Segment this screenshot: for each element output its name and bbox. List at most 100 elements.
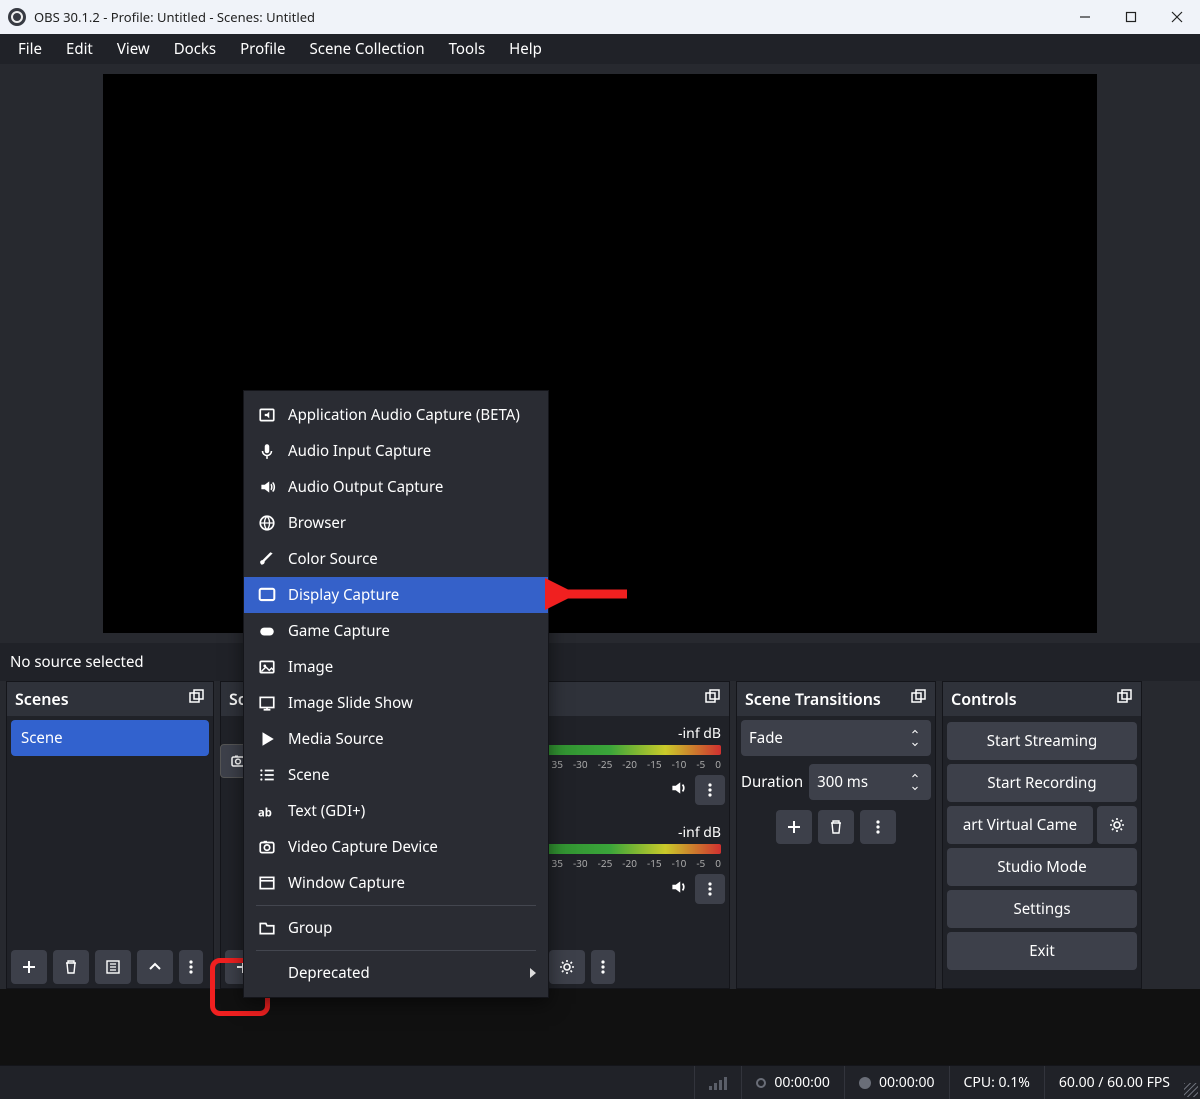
transition-add-button[interactable] [776,810,812,844]
ctx-image[interactable]: Image [244,649,548,685]
status-bar: 00:00:00 00:00:00 CPU: 0.1% 60.00 / 60.0… [0,1065,1200,1099]
slideshow-icon [258,694,276,712]
ctx-image-slide-show[interactable]: Image Slide Show [244,685,548,721]
scenes-more-button[interactable] [179,950,203,984]
ctx-deprecated[interactable]: Deprecated [244,955,548,991]
transitions-popout-icon[interactable] [911,688,927,710]
duration-input[interactable]: 300 ms [809,764,931,800]
title-bar: OBS 30.1.2 - Profile: Untitled - Scenes:… [0,0,1200,34]
ctx-display-capture[interactable]: Display Capture [244,577,548,613]
app-audio-icon [258,406,276,424]
status-cpu: CPU: 0.1% [949,1066,1044,1099]
gamepad-icon [258,622,276,640]
exit-button[interactable]: Exit [947,932,1137,970]
folder-icon [258,919,276,937]
status-live: 00:00:00 [741,1066,844,1099]
ctx-application-audio-capture[interactable]: Application Audio Capture (BETA) [244,397,548,433]
window-icon [258,874,276,892]
monitor-icon [258,586,276,604]
ctx-separator [256,905,536,906]
mixer-settings-button[interactable] [549,950,585,984]
virtual-cam-settings-button[interactable] [1097,806,1137,844]
status-rec: 00:00:00 [844,1066,949,1099]
menu-tools[interactable]: Tools [437,35,498,63]
scenes-up-button[interactable] [137,950,173,984]
ctx-audio-input-capture[interactable]: Audio Input Capture [244,433,548,469]
mixer-popout-icon[interactable] [705,688,721,710]
transition-remove-button[interactable] [818,810,854,844]
menu-help[interactable]: Help [497,35,554,63]
mixer-more-button[interactable] [591,950,615,984]
mixer-ch1-mute-icon[interactable] [669,779,687,802]
rec-dot-icon [859,1077,871,1089]
play-icon [258,730,276,748]
menu-scene-collection[interactable]: Scene Collection [298,35,437,63]
chevron-up-icon[interactable] [907,771,923,781]
app-icon [8,8,26,26]
list-icon [258,766,276,784]
duration-label: Duration [741,772,803,792]
menu-profile[interactable]: Profile [228,35,297,63]
status-network [694,1066,741,1099]
controls-panel: Controls Start Streaming Start Recording… [942,681,1142,989]
start-streaming-button[interactable]: Start Streaming [947,722,1137,760]
scenes-panel: Scenes Scene [6,681,214,989]
menu-bar: File Edit View Docks Profile Scene Colle… [0,34,1200,64]
scenes-remove-button[interactable] [53,950,89,984]
text-icon [258,802,276,820]
scenes-popout-icon[interactable] [189,688,205,710]
menu-file[interactable]: File [6,35,54,63]
ctx-media-source[interactable]: Media Source [244,721,548,757]
menu-docks[interactable]: Docks [162,35,228,63]
selected-source-bar: No source selected [0,643,1200,681]
transition-select[interactable]: Fade [741,720,931,756]
chevron-down-icon[interactable] [907,783,923,793]
camera-icon [258,838,276,856]
scenes-add-button[interactable] [11,950,47,984]
scenes-filter-button[interactable] [95,950,131,984]
start-recording-button[interactable]: Start Recording [947,764,1137,802]
add-source-context-menu: Application Audio Capture (BETA) Audio I… [243,390,549,998]
mixer-ch2-menu-button[interactable] [695,874,725,904]
ctx-audio-output-capture[interactable]: Audio Output Capture [244,469,548,505]
ctx-separator [256,950,536,951]
mixer-ch1-menu-button[interactable] [695,775,725,805]
ctx-scene[interactable]: Scene [244,757,548,793]
ctx-window-capture[interactable]: Window Capture [244,865,548,901]
menu-edit[interactable]: Edit [54,35,105,63]
studio-mode-button[interactable]: Studio Mode [947,848,1137,886]
window-minimize-button[interactable] [1062,0,1108,34]
globe-icon [258,514,276,532]
annotation-arrow [545,572,635,616]
speaker-icon [258,478,276,496]
window-maximize-button[interactable] [1108,0,1154,34]
window-title: OBS 30.1.2 - Profile: Untitled - Scenes:… [34,8,315,26]
live-dot-icon [756,1078,766,1088]
menu-view[interactable]: View [105,35,162,63]
mic-icon [258,442,276,460]
start-virtual-cam-button[interactable]: art Virtual Came [947,806,1093,844]
transition-more-button[interactable] [860,810,896,844]
ctx-game-capture[interactable]: Game Capture [244,613,548,649]
scene-transitions-panel: Scene Transitions Fade Duration 300 ms [736,681,936,989]
controls-title: Controls [951,688,1017,710]
image-icon [258,658,276,676]
ctx-color-source[interactable]: Color Source [244,541,548,577]
scene-item[interactable]: Scene [11,720,209,756]
controls-popout-icon[interactable] [1117,688,1133,710]
ctx-text-gdi[interactable]: Text (GDI+) [244,793,548,829]
status-fps: 60.00 / 60.00 FPS [1044,1066,1184,1099]
duration-value: 300 ms [817,772,868,792]
ctx-video-capture-device[interactable]: Video Capture Device [244,829,548,865]
settings-button[interactable]: Settings [947,890,1137,928]
window-close-button[interactable] [1154,0,1200,34]
chevron-down-icon[interactable] [907,739,923,749]
ctx-browser[interactable]: Browser [244,505,548,541]
mixer-ch2-mute-icon[interactable] [669,878,687,901]
transitions-title: Scene Transitions [745,688,881,710]
resize-grip[interactable] [1184,1083,1198,1097]
preview-area [0,64,1200,643]
chevron-up-icon[interactable] [907,727,923,737]
ctx-group[interactable]: Group [244,910,548,946]
transition-current: Fade [749,728,783,748]
